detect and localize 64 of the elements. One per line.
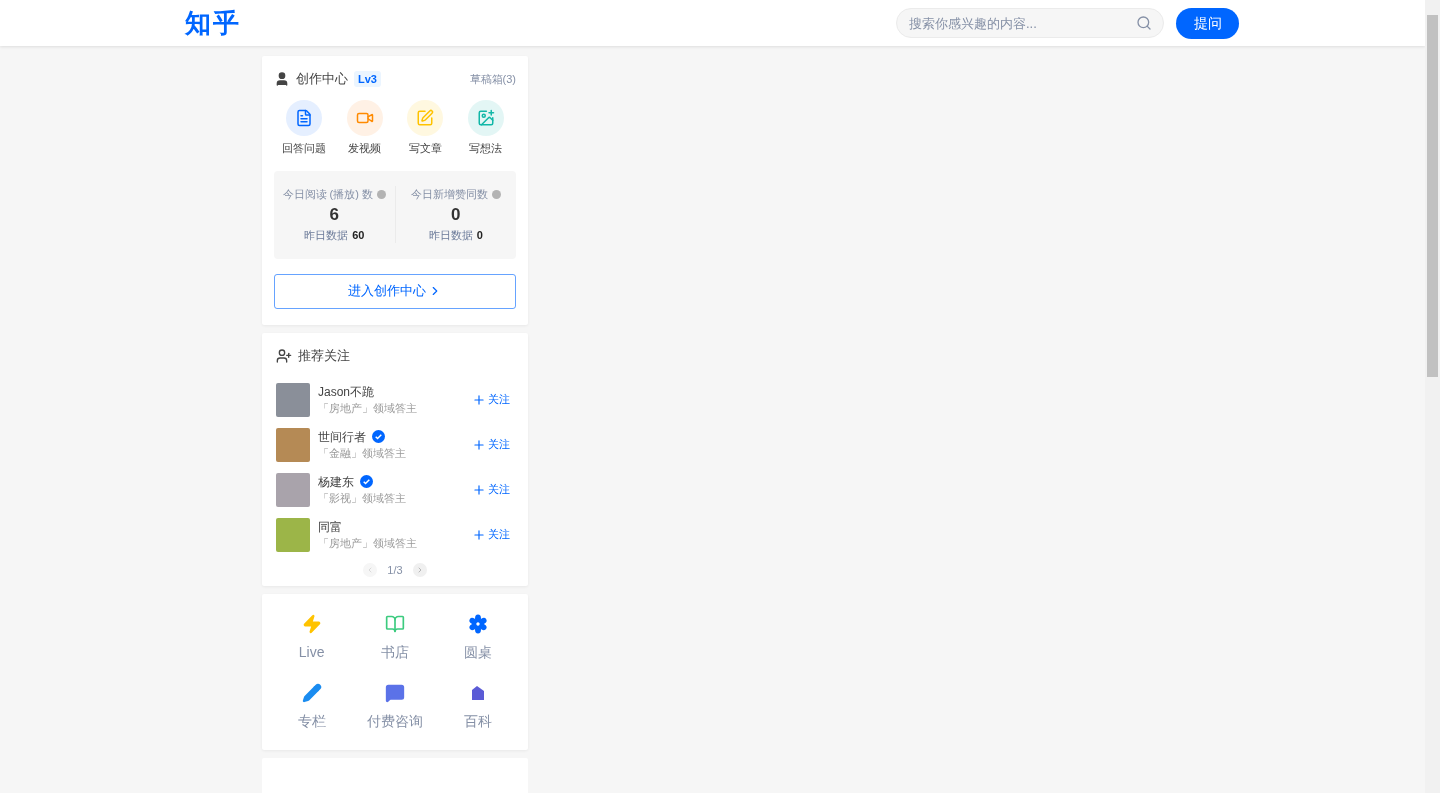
plus-icon: [472, 482, 486, 497]
chat-bubble-icon: [385, 683, 405, 703]
creation-action[interactable]: 回答问题: [274, 100, 335, 157]
yesterday-label: 昨日数据: [428, 227, 473, 243]
stat-value: 6: [329, 203, 339, 226]
stat-label: 今日阅读 (播放) 数: [282, 187, 373, 202]
user-name[interactable]: Jason不跪: [318, 383, 375, 400]
drafts-link[interactable]: 草稿箱(3): [469, 70, 516, 88]
pencil-icon: [301, 683, 322, 703]
ask-button[interactable]: 提问: [1176, 7, 1239, 39]
shortcut-link[interactable]: 付费咨询: [353, 679, 437, 736]
document-icon: [295, 109, 314, 127]
yesterday-label: 昨日数据: [304, 227, 349, 243]
user-plus-icon: [276, 347, 292, 364]
previous-page-button[interactable]: [363, 562, 378, 577]
user-name[interactable]: 杨建东: [318, 473, 354, 490]
follow-button[interactable]: 关注: [472, 481, 510, 498]
user-name[interactable]: 同富: [318, 518, 342, 535]
scrollbar[interactable]: [1425, 0, 1440, 793]
stat-value: 0: [451, 203, 461, 226]
shortcut-link[interactable]: 百科: [436, 679, 520, 736]
pinwheel-icon: [468, 614, 489, 634]
search-icon[interactable]: [1136, 15, 1152, 31]
help-icon: [491, 189, 501, 199]
creation-action[interactable]: 写文章: [395, 100, 456, 157]
follow-button[interactable]: 关注: [472, 436, 510, 453]
user-field: 「金融」领域答主: [318, 444, 472, 461]
follow-button[interactable]: 关注: [472, 526, 510, 543]
book-icon: [385, 614, 405, 634]
avatar-photo-placeholder[interactable]: [276, 472, 310, 507]
user-field: 「房地产」领域答主: [318, 534, 472, 551]
page-indicator: 1/3: [387, 562, 403, 578]
shortcut-link[interactable]: Live: [270, 610, 354, 667]
avatar-photo-placeholder[interactable]: [276, 517, 310, 552]
shortcut-link[interactable]: 专栏: [270, 679, 354, 736]
plus-icon: [472, 392, 486, 407]
user-icon: [274, 71, 290, 87]
avatar-photo-placeholder[interactable]: [276, 382, 310, 417]
creation-action[interactable]: 发视频: [334, 100, 395, 157]
image-plus-icon: [476, 109, 495, 127]
plus-icon: [472, 437, 486, 452]
edit-icon: [416, 109, 435, 127]
stat-label: 今日新增赞同数: [410, 187, 488, 202]
shortcut-link[interactable]: 书店: [353, 610, 437, 667]
level-badge: Lv3: [354, 70, 381, 88]
follow-button[interactable]: 关注: [472, 391, 510, 408]
creation-action[interactable]: 写想法: [455, 100, 516, 157]
help-icon: [376, 189, 386, 199]
user-name[interactable]: 世间行者: [318, 428, 366, 445]
card-title: 推荐关注: [298, 346, 350, 365]
enter-creation-center-button[interactable]: 进入创作中心: [274, 273, 516, 309]
scrollbar-thumb[interactable]: [1427, 15, 1438, 377]
avatar-photo-placeholder[interactable]: [276, 427, 310, 462]
search-field[interactable]: 搜索你感兴趣的内容...: [896, 8, 1164, 38]
next-page-button[interactable]: [412, 562, 427, 577]
user-field: 「房地产」领域答主: [318, 399, 472, 416]
lightning-icon: [301, 614, 322, 634]
shortcut-link[interactable]: 圆桌: [436, 610, 520, 667]
yesterday-value: 0: [476, 227, 483, 243]
logo[interactable]: 知乎: [185, 3, 241, 43]
plus-icon: [472, 527, 486, 542]
yesterday-value: 60: [352, 227, 365, 243]
user-field: 「影视」领域答主: [318, 489, 472, 506]
card-title: 创作中心: [296, 70, 348, 89]
